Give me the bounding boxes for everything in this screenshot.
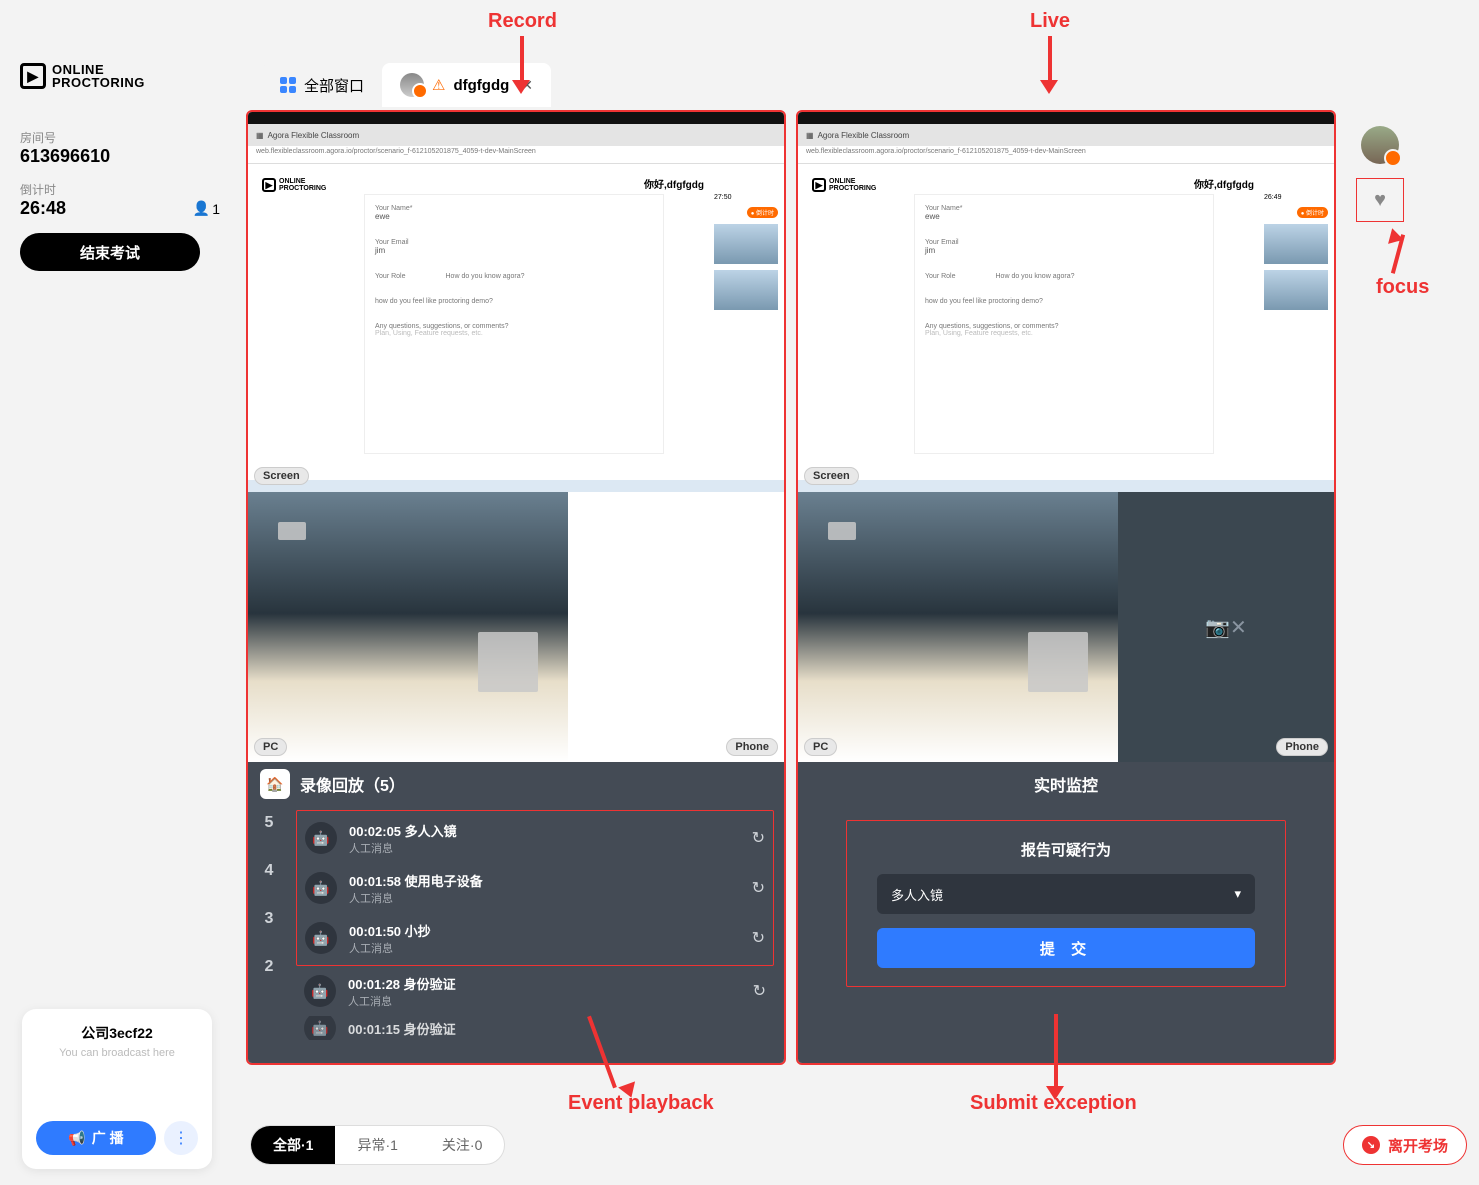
live-footer: 实时监控 报告可疑行为 多人入镜 ▾ 提 交 bbox=[798, 762, 1334, 1065]
phone-cam-badge: Phone bbox=[1276, 738, 1328, 756]
event-row[interactable]: 🤖 00:01:50 小抄人工消息 ↻ bbox=[297, 913, 773, 963]
bot-icon: 🤖 bbox=[304, 1016, 336, 1040]
event-index: 4 bbox=[256, 862, 282, 880]
replay-icon[interactable]: ↻ bbox=[753, 981, 766, 1001]
event-row[interactable]: 🤖 00:01:58 使用电子设备人工消息 ↻ bbox=[297, 863, 773, 913]
submit-report-button[interactable]: 提 交 bbox=[877, 928, 1255, 968]
behavior-dropdown[interactable]: 多人入镜 ▾ bbox=[877, 874, 1255, 914]
heart-icon: ♥ bbox=[1374, 189, 1386, 212]
bot-icon: 🤖 bbox=[305, 822, 337, 854]
focus-button[interactable]: ♥ bbox=[1356, 178, 1404, 222]
camera-off-icon: 📷✕ bbox=[1205, 615, 1247, 640]
broadcast-more-button[interactable]: ⋮ bbox=[164, 1121, 198, 1155]
screen-badge: Screen bbox=[254, 467, 309, 485]
filter-followed[interactable]: 关注·0 bbox=[420, 1126, 504, 1164]
window-tabs: 全部窗口 ⚠ dfgfgdg ✕ bbox=[262, 63, 551, 107]
greeting: 你好,dfgfgdg bbox=[644, 176, 704, 191]
countdown-label: 倒计时 bbox=[20, 181, 220, 198]
broadcast-card: 公司3ecf22 You can broadcast here 📢 广 播 ⋮ bbox=[22, 1009, 212, 1169]
record-footer: 🏠 录像回放（5） 5 4 3 2 🤖 00:02:05 多人入镜人工消息 ↻ … bbox=[248, 762, 784, 1065]
filter-abnormal[interactable]: 异常·1 bbox=[335, 1126, 419, 1164]
camera-area-record: PC Phone bbox=[248, 492, 784, 762]
broadcast-button[interactable]: 📢 广 播 bbox=[36, 1121, 156, 1155]
countdown-value: 26:48 bbox=[20, 198, 66, 219]
bot-icon: 🤖 bbox=[305, 922, 337, 954]
exam-form: Your Name*ewe Your Emailjim Your RoleHow… bbox=[364, 194, 664, 454]
filter-segments: 全部·1 异常·1 关注·0 bbox=[250, 1125, 505, 1165]
leave-room-button[interactable]: ↘ 离开考场 bbox=[1343, 1125, 1467, 1165]
camera-area-live: PC 📷✕ Phone bbox=[798, 492, 1334, 762]
chevron-down-icon: ▾ bbox=[1234, 886, 1241, 902]
annotation-event-playback: Event playback bbox=[568, 1092, 714, 1115]
event-index: 3 bbox=[256, 910, 282, 928]
bot-icon: 🤖 bbox=[304, 975, 336, 1007]
app-logo: ▶ ONLINE PROCTORING bbox=[20, 63, 220, 89]
report-suspicious-box: 报告可疑行为 多人入镜 ▾ 提 交 bbox=[846, 820, 1286, 987]
broadcast-placeholder: You can broadcast here bbox=[36, 1047, 198, 1059]
pc-cam-badge: PC bbox=[254, 738, 287, 756]
live-monitor-title: 实时监控 bbox=[798, 762, 1334, 806]
record-playback-title: 录像回放（5） bbox=[300, 772, 405, 796]
annotation-focus: focus bbox=[1376, 276, 1429, 299]
participant-count: 👤 1 bbox=[193, 200, 220, 217]
tab-all-windows[interactable]: 全部窗口 bbox=[262, 63, 382, 107]
grid-icon bbox=[280, 77, 296, 93]
event-index: 2 bbox=[256, 958, 282, 976]
room-id-label: 房间号 bbox=[20, 129, 220, 146]
person-icon: 👤 bbox=[193, 200, 210, 217]
replay-icon[interactable]: ↻ bbox=[752, 828, 765, 848]
annotation-live: Live bbox=[1030, 10, 1070, 33]
avatar bbox=[400, 73, 424, 97]
screen-share-record: ▦Agora Flexible Classroom web.flexiblecl… bbox=[248, 112, 784, 492]
warning-icon: ⚠ bbox=[432, 76, 445, 94]
report-title: 报告可疑行为 bbox=[877, 839, 1255, 860]
screen-badge: Screen bbox=[804, 467, 859, 485]
leave-icon: ↘ bbox=[1362, 1136, 1380, 1154]
end-exam-button[interactable]: 结束考试 bbox=[20, 233, 200, 271]
replay-icon[interactable]: ↻ bbox=[752, 878, 765, 898]
event-playback-list: 🤖 00:02:05 多人入镜人工消息 ↻ 🤖 00:01:58 使用电子设备人… bbox=[296, 810, 774, 966]
bot-icon: 🤖 bbox=[305, 872, 337, 904]
student-avatar-thumb[interactable] bbox=[1361, 126, 1399, 164]
phone-cam-badge: Phone bbox=[726, 738, 778, 756]
event-index: 5 bbox=[256, 814, 282, 832]
filter-all[interactable]: 全部·1 bbox=[251, 1126, 335, 1164]
record-panel: ▦Agora Flexible Classroom web.flexiblecl… bbox=[246, 110, 786, 1065]
event-row[interactable]: 🤖 00:02:05 多人入镜人工消息 ↻ bbox=[297, 813, 773, 863]
greeting: 你好,dfgfgdg bbox=[1194, 176, 1254, 191]
logo-icon: ▶ bbox=[20, 63, 46, 89]
pc-cam-badge: PC bbox=[804, 738, 837, 756]
screen-share-live: ▦Agora Flexible Classroom web.flexiblecl… bbox=[798, 112, 1334, 492]
event-row[interactable]: 🤖 00:01:28 身份验证人工消息 ↻ bbox=[296, 966, 774, 1016]
megaphone-icon: 📢 bbox=[68, 1130, 85, 1147]
broadcast-title: 公司3ecf22 bbox=[36, 1023, 198, 1043]
live-panel: ▦Agora Flexible Classroom web.flexiblecl… bbox=[796, 110, 1336, 1065]
event-row[interactable]: 🤖 00:01:15 身份验证 bbox=[296, 1016, 774, 1040]
replay-icon[interactable]: ↻ bbox=[752, 928, 765, 948]
room-id: 613696610 bbox=[20, 146, 220, 167]
exam-form: Your Name*ewe Your Emailjim Your RoleHow… bbox=[914, 194, 1214, 454]
annotation-record: Record bbox=[488, 10, 557, 33]
home-button[interactable]: 🏠 bbox=[260, 769, 290, 799]
